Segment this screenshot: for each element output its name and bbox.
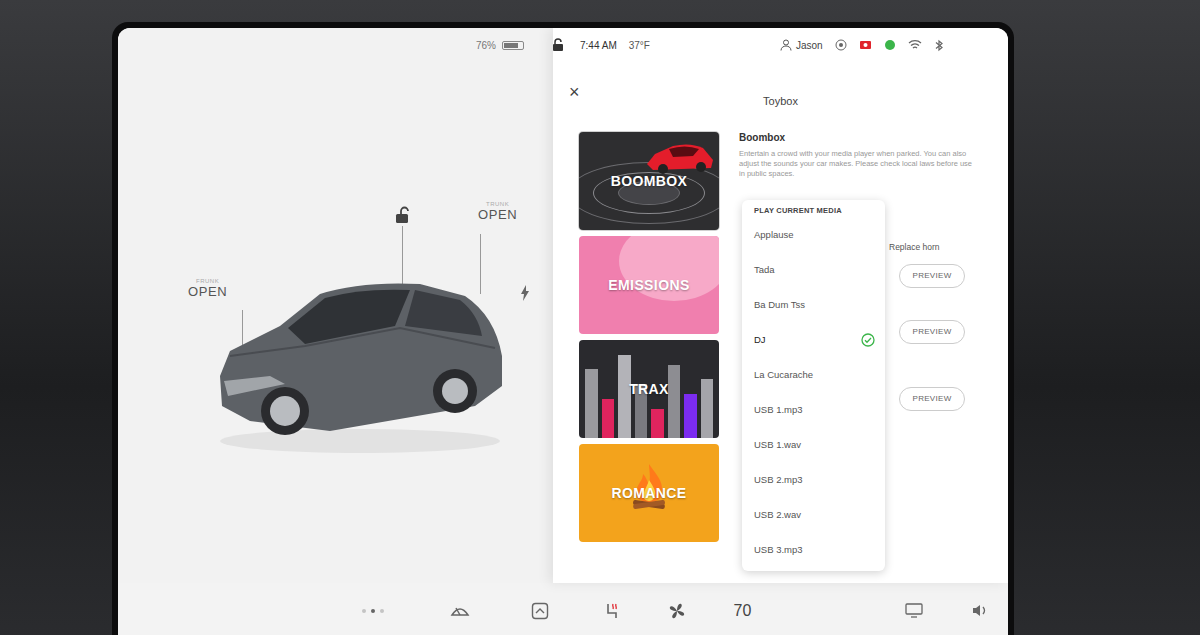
- wiper-icon[interactable]: [450, 603, 470, 619]
- page-indicator: [362, 609, 384, 613]
- dropdown-option[interactable]: Ba Dum Tss: [742, 287, 885, 322]
- option-label: Applause: [754, 229, 794, 240]
- option-label: USB 1.wav: [754, 439, 801, 450]
- dropdown-option[interactable]: Applause: [742, 217, 885, 252]
- setting-label: Replace horn: [889, 242, 965, 252]
- display-icon[interactable]: [905, 603, 923, 618]
- dropdown-option[interactable]: DJ: [742, 322, 885, 357]
- toy-detail: Boombox Entertain a crowd with your medi…: [739, 132, 989, 542]
- preview-button[interactable]: PREVIEW: [899, 387, 965, 411]
- clock: 7:44 AM: [580, 40, 617, 51]
- panel-header: × Toybox: [553, 86, 1008, 116]
- callout-name: TRUNK: [486, 201, 509, 207]
- outside-temperature: 37°F: [629, 40, 650, 51]
- callout-line: [402, 226, 403, 288]
- dropdown-option[interactable]: USB 1.wav: [742, 427, 885, 462]
- driver-profile[interactable]: Jason: [796, 40, 823, 51]
- toy-list: BOOMBOX EMISSIONS TRAX ROMANCE: [579, 132, 719, 542]
- toy-card[interactable]: TRAX: [579, 340, 719, 438]
- close-button[interactable]: ×: [569, 82, 580, 103]
- app-launcher-icon[interactable]: [531, 602, 549, 620]
- option-label: USB 2.mp3: [754, 474, 803, 485]
- dashcam-icon[interactable]: [859, 39, 872, 51]
- dropdown-option[interactable]: La Cucarache: [742, 357, 885, 392]
- dropdown-option[interactable]: USB 2.wav: [742, 497, 885, 532]
- person-icon[interactable]: [780, 39, 792, 51]
- panel-title: Toybox: [763, 95, 798, 107]
- dropdown-header: PLAY CURRENT MEDIA: [742, 200, 885, 217]
- lock-status-icon[interactable]: [552, 38, 564, 52]
- touchscreen: 76% 7:44 AM 37°F Jason FRUNK OPEN TRUNK …: [112, 22, 1014, 635]
- toy-card-label: TRAX: [629, 381, 669, 397]
- toy-card-label: ROMANCE: [611, 485, 686, 501]
- charge-bolt-icon[interactable]: [520, 285, 530, 301]
- option-label: Ba Dum Tss: [754, 299, 805, 310]
- detail-title: Boombox: [739, 132, 989, 143]
- callout-state[interactable]: OPEN: [188, 284, 227, 299]
- option-label: USB 1.mp3: [754, 404, 803, 415]
- car-view: FRUNK OPEN TRUNK OPEN: [118, 28, 553, 583]
- trunk-callout[interactable]: TRUNK OPEN: [478, 201, 517, 222]
- battery-icon: [502, 41, 524, 50]
- toy-card[interactable]: BOOMBOX: [579, 132, 719, 230]
- battery-text: 76%: [476, 40, 496, 51]
- toybox-panel: × Toybox BOOMBOX EMISSIONS TRAX ROMANCE …: [553, 28, 1008, 583]
- wifi-icon[interactable]: [908, 39, 922, 51]
- option-label: La Cucarache: [754, 369, 813, 380]
- callout-line: [480, 234, 481, 294]
- status-bar: 76% 7:44 AM 37°F Jason: [118, 28, 1008, 62]
- toy-card[interactable]: ROMANCE: [579, 444, 719, 542]
- preview-button[interactable]: PREVIEW: [899, 320, 965, 344]
- unlocked-icon[interactable]: [394, 206, 410, 224]
- callout-state[interactable]: OPEN: [478, 207, 517, 222]
- dropdown-option[interactable]: Tada: [742, 252, 885, 287]
- sound-dropdown-menu[interactable]: PLAY CURRENT MEDIA Applause Tada Ba Dum …: [742, 200, 885, 571]
- dropdown-option[interactable]: USB 2.mp3: [742, 462, 885, 497]
- connectivity-icon[interactable]: [884, 39, 896, 51]
- cabin-temperature[interactable]: 70: [734, 602, 752, 620]
- option-label: USB 2.wav: [754, 509, 801, 520]
- option-label: DJ: [754, 334, 766, 345]
- toy-card-label: EMISSIONS: [608, 277, 689, 293]
- dropdown-option[interactable]: USB 1.mp3: [742, 392, 885, 427]
- bluetooth-icon[interactable]: [934, 39, 944, 52]
- dropdown-option[interactable]: USB 3.mp3: [742, 532, 885, 567]
- bottom-bar: 70: [118, 583, 1008, 635]
- car-icon: [210, 256, 510, 456]
- callout-name: FRUNK: [196, 278, 219, 284]
- check-icon: [861, 333, 875, 347]
- red-car-icon: [645, 136, 715, 176]
- seat-heater-icon[interactable]: [604, 602, 620, 620]
- option-label: Tada: [754, 264, 775, 275]
- frunk-callout[interactable]: FRUNK OPEN: [188, 278, 227, 299]
- screen: 76% 7:44 AM 37°F Jason FRUNK OPEN TRUNK …: [118, 28, 1008, 635]
- option-label: USB 3.mp3: [754, 544, 803, 555]
- volume-icon[interactable]: [971, 603, 989, 618]
- sentry-icon[interactable]: [835, 39, 847, 51]
- fan-icon[interactable]: [668, 602, 686, 620]
- detail-description: Entertain a crowd with your media player…: [739, 149, 989, 179]
- toy-card-label: BOOMBOX: [611, 173, 688, 189]
- preview-button[interactable]: PREVIEW: [899, 264, 965, 288]
- toy-card[interactable]: EMISSIONS: [579, 236, 719, 334]
